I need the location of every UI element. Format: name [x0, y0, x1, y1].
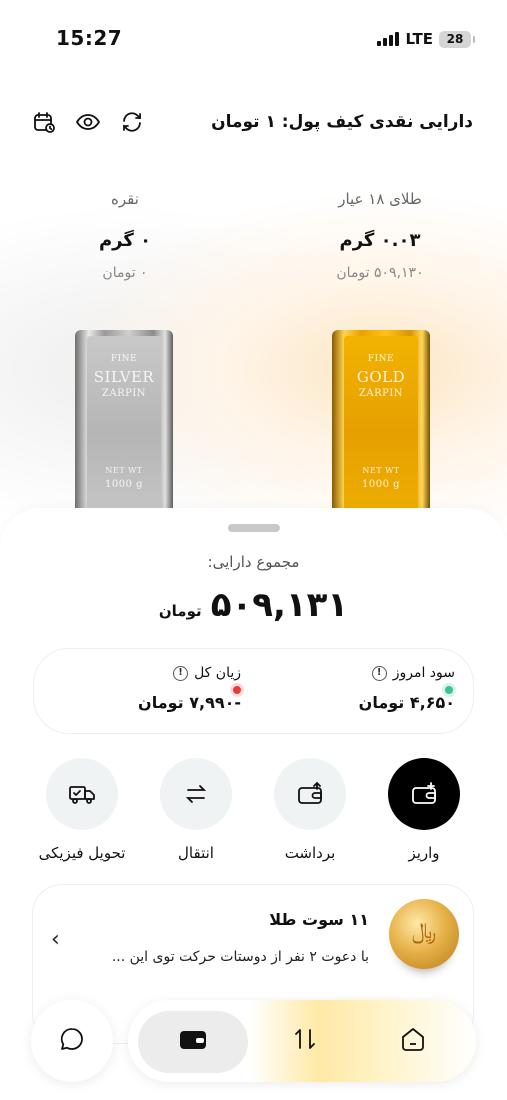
loss-dot-icon: [230, 683, 244, 697]
total-loss-title: زیان کل: [194, 665, 241, 681]
withdraw-button[interactable]: برداشت: [260, 758, 360, 862]
today-profit-title: سود امروز: [392, 665, 455, 681]
transfer-arrows-icon: [160, 758, 232, 830]
delivery-truck-icon: [46, 758, 118, 830]
silver-summary[interactable]: نقره ۰ گرم ۰ تومان: [45, 190, 205, 281]
wallet-icon: [178, 1028, 208, 1056]
chat-icon: [59, 1026, 85, 1056]
info-icon[interactable]: !: [371, 665, 387, 681]
nav-trade-tab[interactable]: [290, 1026, 320, 1056]
gold-toman: ۵۰۹,۱۳۰ تومان: [336, 265, 424, 281]
deposit-button[interactable]: واریز: [374, 758, 474, 862]
sheet-drag-handle[interactable]: [228, 524, 280, 532]
total-assets-amount: ۵۰۹,۱۳۱ تومان: [0, 585, 507, 625]
physical-delivery-button[interactable]: تحویل فیزیکی: [32, 758, 132, 862]
gold-coin-icon: [389, 899, 459, 969]
nav-chat-button[interactable]: [31, 1000, 113, 1082]
total-loss: زیان کل ! -۷,۹۹۰ تومان: [41, 665, 241, 712]
gold-summary[interactable]: طلای ۱۸ عیار ۰.۰۳ گرم ۵۰۹,۱۳۰ تومان: [300, 190, 460, 281]
battery-icon: 28: [439, 30, 475, 48]
total-amount-unit: تومان: [158, 602, 202, 620]
nav-wallet-tab[interactable]: [138, 1011, 248, 1073]
today-profit: سود امروز ! ۴,۶۵۰ تومان: [255, 665, 455, 712]
info-icon[interactable]: !: [173, 665, 189, 681]
total-loss-value: -۷,۹۹۰ تومان: [138, 693, 241, 712]
total-amount-value: ۵۰۹,۱۳۱: [210, 585, 349, 625]
profit-loss-card: سود امروز ! ۴,۶۵۰ تومان زیان کل ! -۷,۹۹۰…: [33, 648, 474, 734]
home-icon: [399, 1025, 427, 1057]
chevron-left-icon[interactable]: ‹: [51, 927, 60, 952]
physical-delivery-label: تحویل فیزیکی: [38, 844, 126, 862]
calendar-icon[interactable]: [30, 108, 58, 136]
signal-icon: [377, 32, 400, 46]
promo-description: با دعوت ۲ نفر از دوستات حرکت توی این ...: [111, 949, 369, 965]
status-indicators: LTE 28: [377, 30, 475, 48]
today-profit-value: ۴,۶۵۰ تومان: [358, 693, 455, 712]
gold-gram: ۰.۰۳ گرم: [339, 230, 421, 251]
gold-name: طلای ۱۸ عیار: [338, 190, 422, 208]
wallet-add-icon: [388, 758, 460, 830]
silver-bar-image: FINE SILVER ZARPIN NET WT 1000 g: [75, 330, 173, 530]
nav-home-tab[interactable]: [398, 1026, 428, 1056]
silver-toman: ۰ تومان: [102, 265, 148, 281]
silver-gram: ۰ گرم: [98, 230, 152, 251]
wallet-cash-balance: دارایی نقدی کیف پول: ۱ تومان: [211, 112, 473, 132]
status-time: 15:27: [56, 26, 123, 50]
network-type: LTE: [405, 30, 433, 48]
withdraw-label: برداشت: [284, 844, 336, 862]
eye-icon[interactable]: [74, 108, 102, 136]
total-assets-label: مجموع دارایی:: [207, 553, 300, 571]
silver-name: نقره: [111, 190, 139, 208]
header: دارایی نقدی کیف پول: ۱ تومان: [0, 100, 507, 148]
gold-bar-image: FINE GOLD ZARPIN NET WT 1000 g: [332, 330, 430, 530]
header-icons: [30, 108, 146, 136]
promo-title: ۱۱ سوت طلا: [269, 910, 369, 929]
swap-icon: [292, 1026, 318, 1056]
wallet-out-icon: [274, 758, 346, 830]
battery-level: 28: [446, 31, 464, 46]
deposit-label: واریز: [408, 844, 440, 862]
transfer-label: انتقال: [178, 844, 214, 862]
refresh-icon[interactable]: [118, 108, 146, 136]
profit-dot-icon: [442, 683, 456, 697]
status-bar: 15:27 LTE 28: [0, 0, 507, 80]
transfer-button[interactable]: انتقال: [146, 758, 246, 862]
